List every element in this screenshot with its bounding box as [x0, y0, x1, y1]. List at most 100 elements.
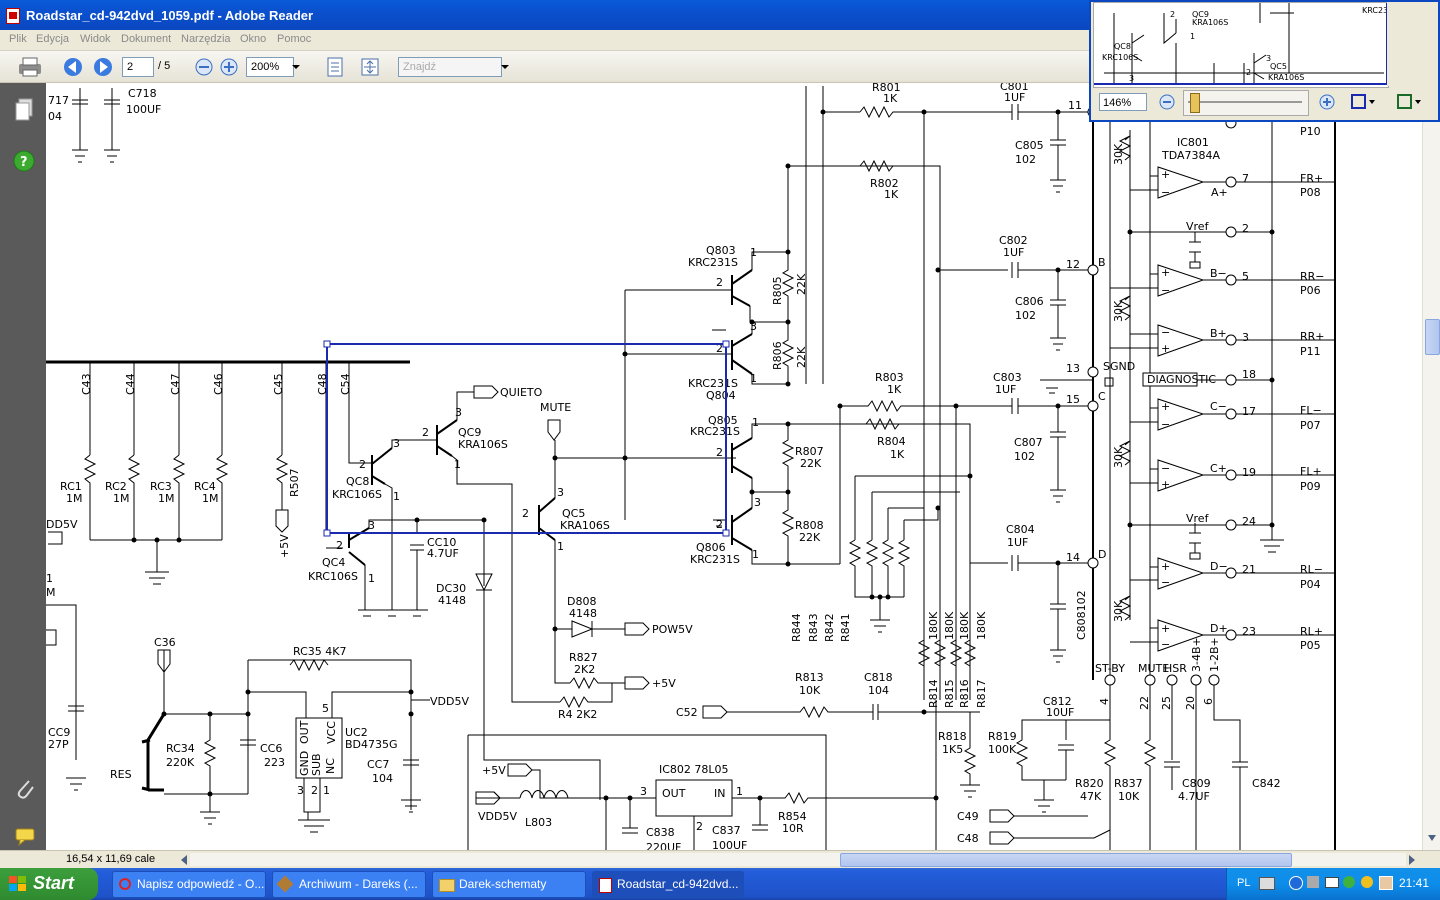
- viewport-indicator[interactable]: [1094, 3, 1388, 85]
- svg-text:C46: C46: [212, 373, 225, 395]
- messenger-icon[interactable]: [1343, 876, 1355, 888]
- zoom-out-icon[interactable]: [194, 57, 214, 77]
- c837-value: 100UF: [712, 839, 747, 850]
- task-archive[interactable]: Archiwum - Dareks (...: [272, 871, 426, 898]
- status-bar: 16,54 x 11,69 cale: [0, 850, 1440, 869]
- task-folder[interactable]: Darek-schematy: [432, 871, 586, 898]
- tray-arrow-icon[interactable]: [1289, 876, 1303, 890]
- pan-zoom-thumbnail[interactable]: 2 QC9 KRA106S QC8 KRC106S QC5 KRA106S 2 …: [1093, 2, 1389, 88]
- svg-text:C+: C+: [1210, 462, 1227, 475]
- rc1-value: 1M: [66, 492, 83, 505]
- search-input[interactable]: Znajdź: [398, 57, 502, 77]
- qc5-pin1: 1: [557, 540, 564, 553]
- comments-icon[interactable]: [14, 827, 38, 847]
- qc8-type: KRC106S: [332, 488, 382, 501]
- fit-window-icon[interactable]: [359, 56, 381, 78]
- horizontal-scrollbar[interactable]: [190, 853, 1406, 867]
- zoom-dropdown-icon[interactable]: [291, 64, 301, 70]
- mail-icon[interactable]: [1325, 877, 1339, 888]
- p12b-label: 1-2B+: [1208, 637, 1221, 672]
- menu-file[interactable]: Plik: [9, 33, 27, 45]
- svg-text:SUB: SUB: [310, 753, 323, 776]
- ic802-label: IC802 78L05: [659, 763, 729, 776]
- qc4-type: KRC106S: [308, 570, 358, 583]
- start-button[interactable]: Start: [0, 868, 98, 900]
- ic-pin-14: 14: [1066, 551, 1080, 564]
- svg-text:R817: R817: [975, 679, 988, 708]
- status-icon[interactable]: [1361, 876, 1373, 888]
- navigation-pane: ?: [0, 83, 46, 850]
- rectangle-color-icon[interactable]: [1351, 94, 1377, 110]
- svg-text:180K: 180K: [943, 611, 956, 640]
- zoom-level-input[interactable]: 200%: [246, 57, 294, 77]
- help-icon[interactable]: ?: [12, 149, 36, 173]
- document-view[interactable]: 717 04 C718 100UF RC1 1M RC2 1M RC3 1M R…: [46, 83, 1422, 850]
- search-dropdown-icon[interactable]: [500, 64, 510, 70]
- rc34-value: 220K: [166, 756, 195, 769]
- pan-zoom-level-input[interactable]: 146%: [1099, 93, 1147, 111]
- vertical-scrollbar[interactable]: [1422, 83, 1440, 850]
- scroll-right-icon[interactable]: [1406, 853, 1418, 867]
- clock[interactable]: 21:41: [1399, 876, 1429, 890]
- previous-page-icon[interactable]: [62, 56, 84, 78]
- svg-text:R814: R814: [927, 679, 940, 708]
- rectangle-color-green-icon[interactable]: [1395, 94, 1425, 110]
- attachments-icon[interactable]: [14, 777, 36, 801]
- svg-text:C−: C−: [1210, 400, 1227, 413]
- keyboard-icon[interactable]: [1259, 877, 1275, 890]
- fit-page-icon[interactable]: [324, 56, 346, 78]
- r841-r844-labels: R844 R843 R842 R841: [790, 613, 852, 642]
- partial-label-1: 1: [46, 572, 53, 585]
- menu-window[interactable]: Okno: [240, 33, 266, 45]
- svg-text:D+: D+: [1210, 622, 1228, 635]
- print-icon[interactable]: [17, 56, 43, 78]
- svg-text:R843: R843: [807, 613, 820, 642]
- page-number-input[interactable]: 2: [122, 57, 154, 77]
- svg-text:6: 6: [1202, 698, 1215, 705]
- q805-pin3: 3: [754, 496, 761, 509]
- horizontal-scroll-thumb[interactable]: [840, 853, 1292, 867]
- pan-zoom-window[interactable]: 2 QC9 KRA106S QC8 KRC106S QC5 KRA106S 2 …: [1089, 0, 1440, 122]
- r819-label: R819: [988, 730, 1017, 743]
- qc9-pin1: 1: [454, 458, 461, 471]
- qc9-type: KRA106S: [458, 438, 508, 451]
- r854-value: 10R: [782, 822, 804, 835]
- language-indicator[interactable]: PL: [1237, 877, 1250, 889]
- zoom-slider-thumb[interactable]: [1190, 93, 1200, 113]
- selection-rectangle[interactable]: [326, 343, 727, 534]
- menu-view[interactable]: Widok: [80, 33, 111, 45]
- bus-capacitor-labels: C43 C44 C47 C46 C45 C48 C54 R507 +5V: [80, 373, 352, 558]
- vertical-scroll-thumb[interactable]: [1425, 319, 1440, 355]
- pan-zoom-in-icon[interactable]: [1319, 94, 1335, 110]
- scroll-down-icon[interactable]: [1426, 831, 1438, 845]
- svg-text:+5V: +5V: [278, 534, 291, 558]
- q806-pin1: 1: [752, 548, 759, 561]
- scroll-left-icon[interactable]: [178, 853, 190, 867]
- r813-value: 10K: [799, 684, 821, 697]
- q804-label: Q804: [706, 389, 736, 402]
- svg-text:+: +: [1161, 266, 1170, 279]
- svg-text:4: 4: [1098, 698, 1111, 705]
- svg-text:19: 19: [1242, 466, 1256, 479]
- c718-label: C718: [128, 87, 157, 100]
- zoom-in-icon[interactable]: [219, 57, 239, 77]
- r803-value: 1K: [887, 383, 902, 396]
- menu-edit[interactable]: Edycja: [36, 33, 69, 45]
- bluetooth-icon[interactable]: [1379, 876, 1393, 890]
- next-page-icon[interactable]: [92, 56, 114, 78]
- network-icon[interactable]: [1307, 876, 1319, 888]
- zoom-slider[interactable]: [1183, 90, 1309, 116]
- task-opera[interactable]: Napisz odpowiedź - O...: [112, 871, 266, 898]
- menu-help[interactable]: Pomoc: [277, 33, 311, 45]
- menu-document[interactable]: Dokument: [121, 33, 171, 45]
- archive-icon: [276, 875, 294, 893]
- qc9-pin2: 2: [422, 426, 429, 439]
- ic802-in-label: IN: [714, 787, 725, 800]
- ic802-out-label: OUT: [662, 787, 686, 800]
- svg-text:3: 3: [640, 785, 647, 798]
- uc2-type: BD4735G: [345, 738, 398, 751]
- pan-zoom-out-icon[interactable]: [1159, 94, 1175, 110]
- task-adobe-reader[interactable]: Roadstar_cd-942dvd...: [592, 871, 744, 898]
- menu-tools[interactable]: Narzędzia: [181, 33, 231, 45]
- pages-icon[interactable]: [14, 98, 34, 122]
